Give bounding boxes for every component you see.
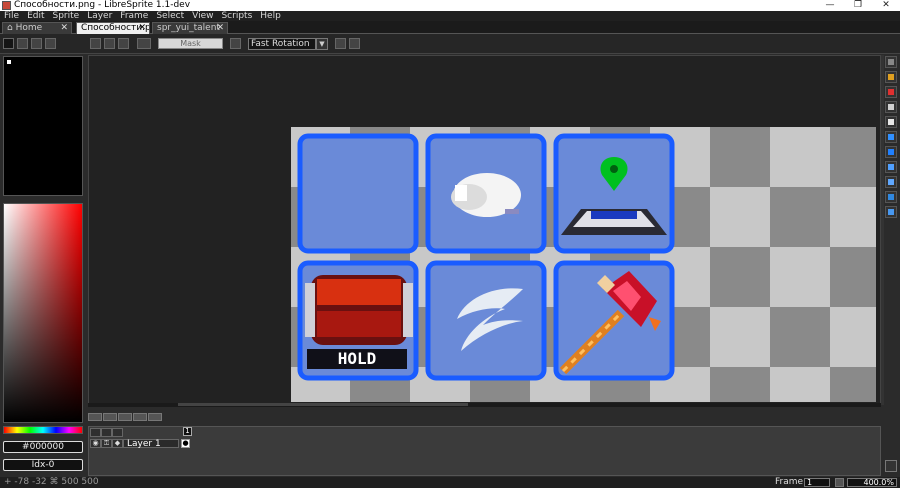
playback-controls bbox=[88, 413, 162, 422]
empty-slot-tile bbox=[297, 133, 419, 254]
hex-color-field[interactable]: #000000 bbox=[3, 441, 83, 453]
frame-label: Frame: bbox=[775, 477, 807, 487]
eye-icon[interactable]: ◉ bbox=[90, 438, 101, 448]
minimize-button[interactable]: — bbox=[816, 0, 844, 11]
frame-cel[interactable]: ● bbox=[181, 438, 190, 448]
menu-layer[interactable]: Layer bbox=[83, 11, 116, 21]
zoom-input[interactable]: 400.0% bbox=[847, 478, 897, 487]
play-button[interactable] bbox=[118, 413, 132, 421]
menu-sprite[interactable]: Sprite bbox=[49, 11, 84, 21]
continuous-header-icon[interactable] bbox=[112, 428, 123, 437]
cursor-coordinates: + -78 -32 ⌘ 500 500 bbox=[4, 477, 99, 487]
layer-header-row bbox=[90, 428, 192, 437]
menu-bar: File Edit Sprite Layer Frame Select View… bbox=[0, 11, 900, 21]
eyedropper-tool-icon[interactable] bbox=[885, 101, 897, 113]
hold-barrel-icon-tile: HOLD bbox=[297, 260, 419, 381]
maximize-button[interactable]: ❐ bbox=[844, 0, 872, 11]
menu-view[interactable]: View bbox=[188, 11, 217, 21]
title-bar: Способности.png - LibreSprite 1.1-dev — … bbox=[0, 0, 900, 11]
vertical-scrollbar[interactable] bbox=[881, 55, 884, 405]
close-tab-icon[interactable]: ✕ bbox=[60, 23, 68, 34]
spray-tool-icon[interactable] bbox=[885, 86, 897, 98]
fire-axe-icon-tile bbox=[553, 260, 675, 381]
wind-gust-icon-tile bbox=[425, 260, 547, 381]
hue-slider[interactable] bbox=[3, 426, 83, 434]
auto-mask-icon[interactable] bbox=[230, 38, 241, 49]
tab-bar: ⌂ Home ✕ Способности.p ✕ spr_yui_talent … bbox=[0, 21, 900, 34]
tab-label: spr_yui_talent bbox=[157, 23, 220, 33]
frame-input[interactable]: 1 bbox=[804, 478, 830, 487]
sprite-preview[interactable] bbox=[3, 56, 83, 196]
rectangle-tool-icon[interactable] bbox=[885, 176, 897, 188]
color-spectrum-picker[interactable] bbox=[3, 203, 83, 423]
cancel-transform-icon[interactable] bbox=[349, 38, 360, 49]
close-tab-icon[interactable]: ✕ bbox=[138, 23, 146, 34]
menu-file[interactable]: File bbox=[0, 11, 23, 21]
selection-add-button[interactable] bbox=[17, 38, 28, 49]
window-title: Способности.png - LibreSprite 1.1-dev bbox=[14, 0, 191, 10]
preview-cursor-icon bbox=[7, 60, 11, 64]
drop-pixels-icon[interactable] bbox=[335, 38, 346, 49]
tab-sposobnosti[interactable]: Способности.p ✕ bbox=[76, 22, 150, 34]
menu-select[interactable]: Select bbox=[152, 11, 188, 21]
timeline-config-button[interactable] bbox=[885, 460, 897, 472]
location-pin-icon-tile bbox=[553, 133, 675, 254]
first-frame-button[interactable] bbox=[88, 413, 102, 421]
pivot-center-button[interactable] bbox=[104, 38, 115, 49]
menu-help[interactable]: Help bbox=[256, 11, 285, 21]
visibility-header-icon[interactable] bbox=[90, 428, 101, 437]
tab-home[interactable]: ⌂ Home ✕ bbox=[2, 22, 72, 34]
selection-intersect-button[interactable] bbox=[45, 38, 56, 49]
paint-bucket-tool-icon[interactable] bbox=[885, 146, 897, 158]
status-bar bbox=[0, 477, 900, 488]
lock-header-icon[interactable] bbox=[101, 428, 112, 437]
selection-subtract-button[interactable] bbox=[31, 38, 42, 49]
glove-icon-tile bbox=[425, 133, 547, 254]
link-icon[interactable]: ◆ bbox=[112, 438, 123, 448]
pencil-tool-icon[interactable] bbox=[885, 71, 897, 83]
pivot-button[interactable] bbox=[90, 38, 101, 49]
pivot-corner-button[interactable] bbox=[118, 38, 129, 49]
chevron-down-icon[interactable]: ▼ bbox=[316, 38, 328, 50]
hold-label: HOLD bbox=[338, 349, 377, 368]
close-window-button[interactable]: ✕ bbox=[872, 0, 900, 11]
blur-tool-icon[interactable] bbox=[885, 206, 897, 218]
line-tool-icon[interactable] bbox=[885, 161, 897, 173]
close-tab-icon[interactable]: ✕ bbox=[216, 23, 224, 34]
app-icon bbox=[2, 1, 11, 10]
selection-replace-button[interactable] bbox=[3, 38, 14, 49]
context-bar bbox=[0, 34, 900, 54]
menu-scripts[interactable]: Scripts bbox=[217, 11, 256, 21]
menu-frame[interactable]: Frame bbox=[116, 11, 152, 21]
eraser-tool-icon[interactable] bbox=[885, 116, 897, 128]
next-frame-button[interactable] bbox=[133, 413, 147, 421]
scroll-thumb[interactable] bbox=[178, 403, 468, 406]
opaque-toggle-button[interactable] bbox=[137, 38, 151, 49]
transparent-color-button[interactable]: Mask bbox=[158, 38, 223, 49]
home-icon: ⌂ bbox=[7, 23, 16, 33]
horizontal-scrollbar[interactable] bbox=[88, 403, 881, 407]
tab-spr-yui-talent[interactable]: spr_yui_talent ✕ bbox=[152, 22, 228, 34]
layers-area bbox=[88, 426, 881, 476]
frame-header[interactable]: 1 bbox=[183, 427, 192, 436]
last-frame-button[interactable] bbox=[148, 413, 162, 421]
lock-icon[interactable]: ⚿ bbox=[101, 438, 112, 448]
layer-row[interactable]: ◉ ⚿ ◆ Layer 1 ● bbox=[90, 438, 192, 448]
previous-frame-button[interactable] bbox=[103, 413, 117, 421]
layer-name[interactable]: Layer 1 bbox=[123, 438, 179, 448]
tab-label: Home bbox=[15, 23, 43, 33]
zoom-icon[interactable] bbox=[835, 478, 844, 487]
move-tool-icon[interactable] bbox=[885, 131, 897, 143]
marquee-tool-icon[interactable] bbox=[885, 56, 897, 68]
rotation-algorithm-select[interactable]: Fast Rotation bbox=[248, 38, 316, 50]
menu-edit[interactable]: Edit bbox=[23, 11, 48, 21]
color-index-field[interactable]: Idx-0 bbox=[3, 459, 83, 471]
contour-tool-icon[interactable] bbox=[885, 191, 897, 203]
sprite-image: HOLD bbox=[291, 127, 876, 402]
sprite-canvas[interactable]: HOLD bbox=[291, 127, 876, 402]
